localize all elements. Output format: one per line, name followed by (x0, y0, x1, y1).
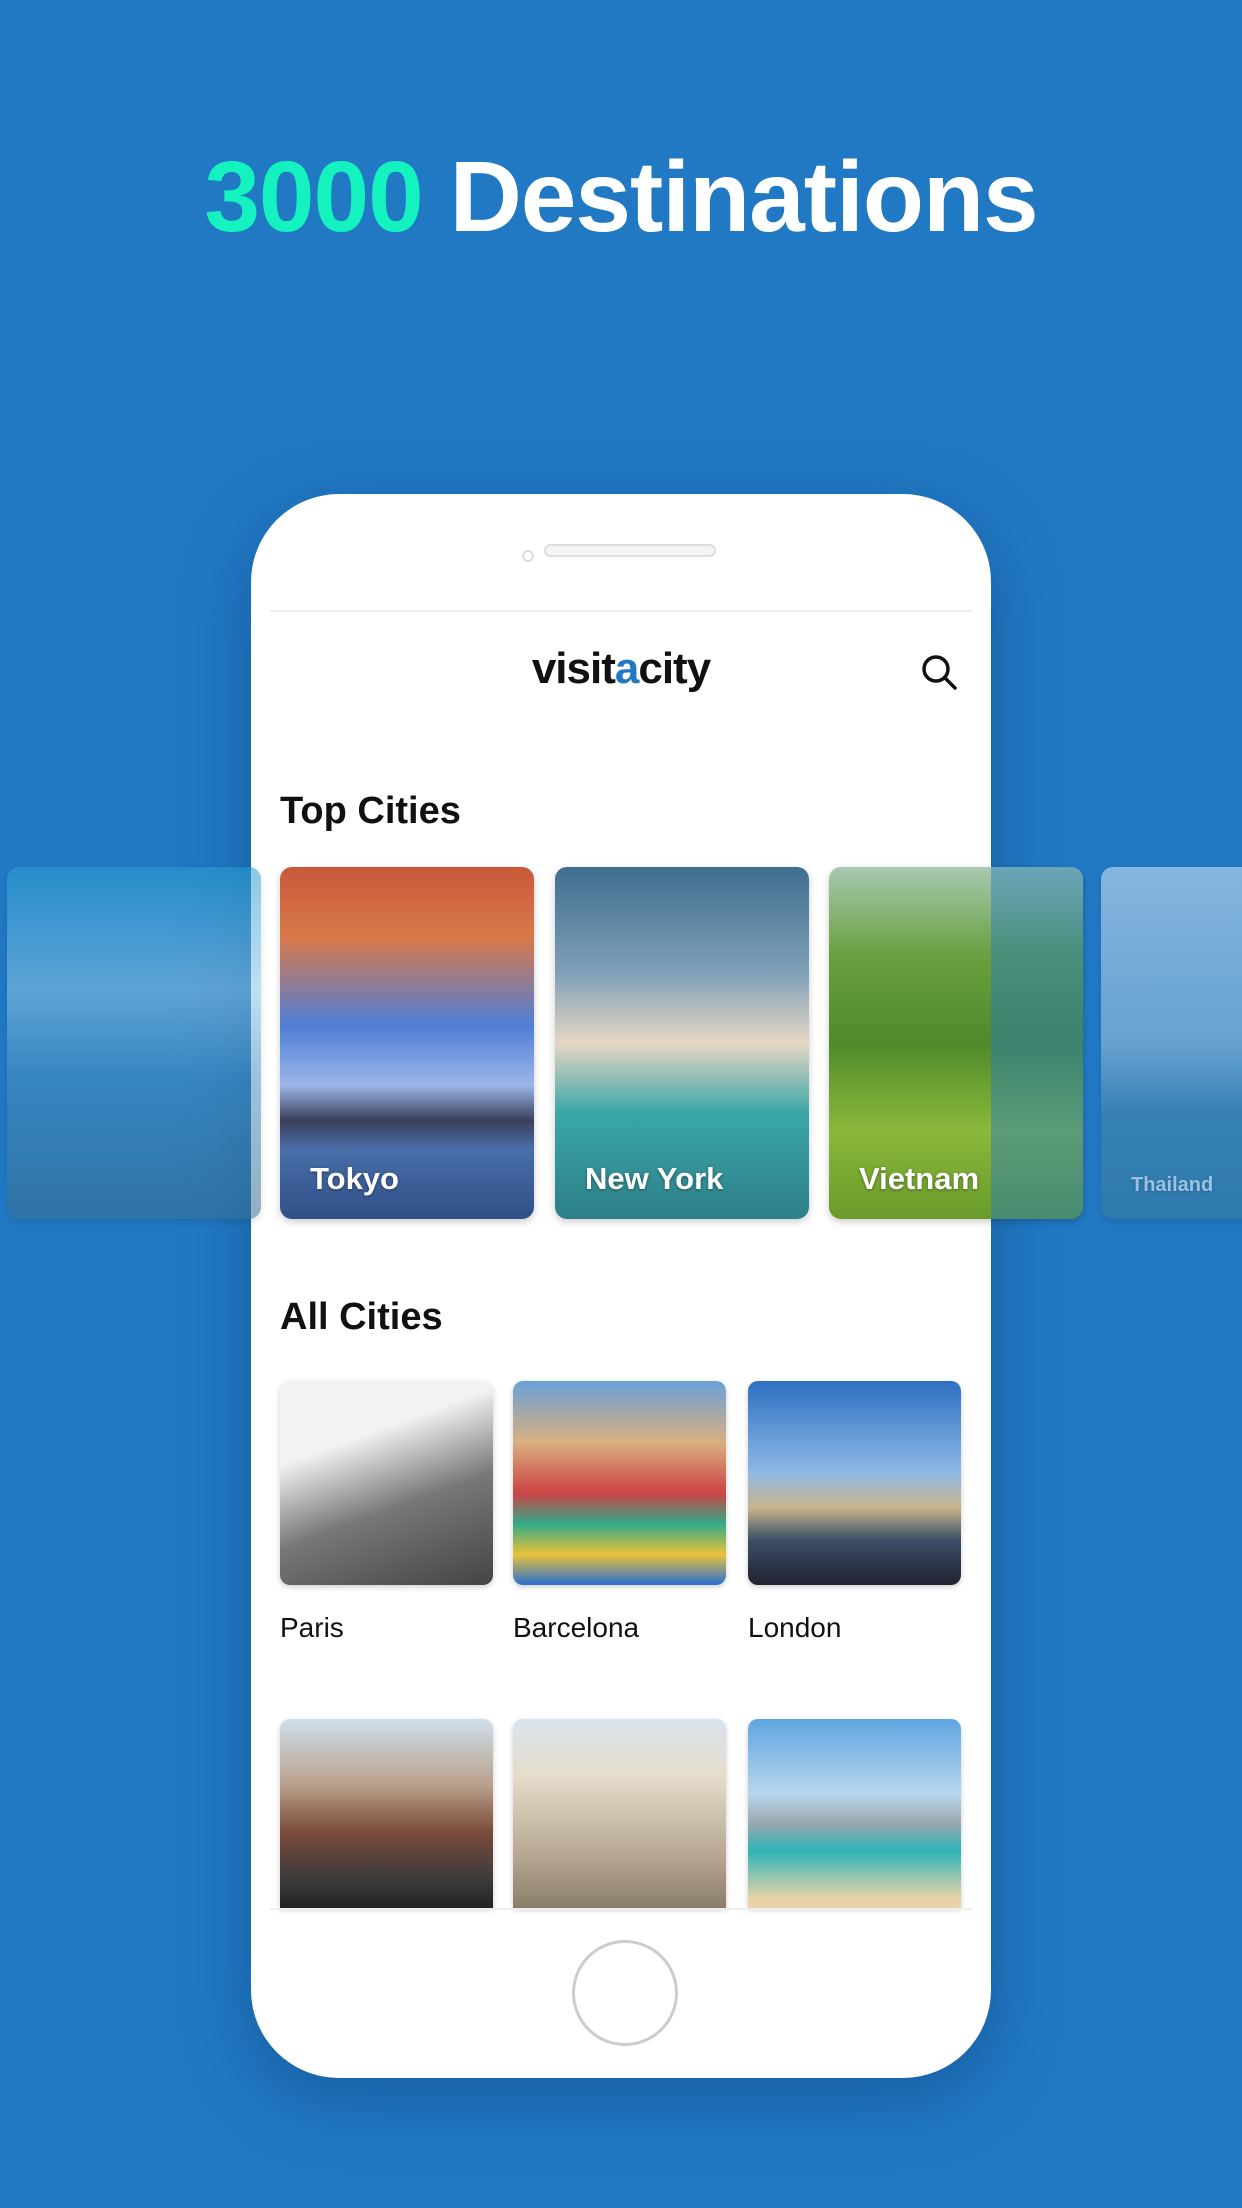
city-image[interactable] (280, 1719, 493, 1908)
city-label[interactable]: London (748, 1612, 841, 1644)
divider (270, 610, 972, 612)
city-card-new-york[interactable]: New York (555, 867, 809, 1219)
city-image-paris[interactable] (280, 1381, 493, 1585)
city-image-london[interactable] (748, 1381, 961, 1585)
home-button[interactable] (572, 1940, 678, 2046)
divider (270, 1908, 972, 1910)
city-image[interactable] (513, 1719, 726, 1908)
phone-frame: visitacity Top Cities All Cities Paris B… (251, 494, 991, 2078)
city-card-thailand[interactable]: Thailand (1101, 867, 1242, 1219)
city-image[interactable] (748, 1719, 961, 1908)
top-cities-heading: Top Cities (280, 790, 461, 832)
city-card-golden-gate[interactable] (7, 867, 261, 1219)
city-card-tokyo[interactable]: Tokyo (280, 867, 534, 1219)
search-icon[interactable] (919, 652, 959, 692)
headline: 3000 Destinations (204, 141, 1038, 253)
speaker (544, 544, 716, 557)
app-logo[interactable]: visitacity (251, 644, 991, 694)
city-label[interactable]: Barcelona (513, 1612, 639, 1644)
city-label[interactable]: Paris (280, 1612, 344, 1644)
camera (522, 550, 534, 562)
fade-overlay (991, 867, 1083, 1219)
city-image-barcelona[interactable] (513, 1381, 726, 1585)
all-cities-heading: All Cities (280, 1296, 443, 1338)
